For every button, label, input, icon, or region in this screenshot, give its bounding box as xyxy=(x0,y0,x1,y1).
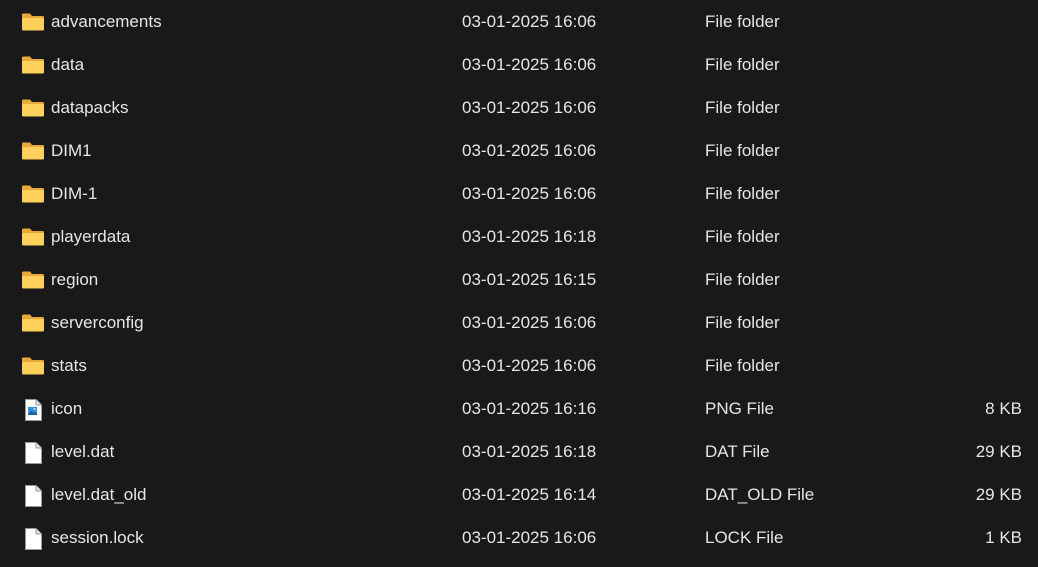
file-type: File folder xyxy=(705,313,780,332)
file-name: data xyxy=(51,55,85,74)
file-row[interactable]: level.dat_old 03-01-2025 16:14 DAT_OLD F… xyxy=(0,474,1038,517)
file-name: serverconfig xyxy=(51,313,144,332)
file-name: DIM-1 xyxy=(51,184,98,203)
file-row[interactable]: datapacks 03-01-2025 16:06 File folder xyxy=(0,87,1038,130)
file-name: datapacks xyxy=(51,98,129,117)
file-type: DAT_OLD File xyxy=(705,485,815,504)
file-modified: 03-01-2025 16:06 xyxy=(462,184,597,203)
file-icon xyxy=(21,528,45,550)
file-modified: 03-01-2025 16:15 xyxy=(462,270,597,289)
folder-icon xyxy=(21,12,45,34)
file-name: stats xyxy=(51,356,87,375)
file-row[interactable]: icon 03-01-2025 16:16 PNG File 8 KB xyxy=(0,388,1038,431)
file-size: 8 KB xyxy=(985,399,1022,418)
folder-icon xyxy=(21,184,45,206)
file-modified: 03-01-2025 16:06 xyxy=(462,313,597,332)
file-type: File folder xyxy=(705,184,780,203)
file-modified: 03-01-2025 16:16 xyxy=(462,399,597,418)
file-modified: 03-01-2025 16:18 xyxy=(462,442,597,461)
file-row[interactable]: DIM1 03-01-2025 16:06 File folder xyxy=(0,130,1038,173)
file-name: playerdata xyxy=(51,227,131,246)
file-name: region xyxy=(51,270,99,289)
file-modified: 03-01-2025 16:06 xyxy=(462,55,597,74)
file-name: session.lock xyxy=(51,528,144,547)
file-name: icon xyxy=(51,399,83,418)
file-name: level.dat_old xyxy=(51,485,147,504)
file-row[interactable]: stats 03-01-2025 16:06 File folder xyxy=(0,345,1038,388)
folder-icon xyxy=(21,227,45,249)
file-row[interactable]: playerdata 03-01-2025 16:18 File folder xyxy=(0,216,1038,259)
file-type: File folder xyxy=(705,55,780,74)
folder-icon xyxy=(21,98,45,120)
file-type: File folder xyxy=(705,270,780,289)
file-size: 29 KB xyxy=(975,485,1022,504)
file-type: DAT File xyxy=(705,442,770,461)
file-type: File folder xyxy=(705,356,780,375)
folder-icon xyxy=(21,313,45,335)
file-name: DIM1 xyxy=(51,141,92,160)
file-modified: 03-01-2025 16:06 xyxy=(462,528,597,547)
folder-icon xyxy=(21,141,45,163)
file-type: File folder xyxy=(705,98,780,117)
file-modified: 03-01-2025 16:18 xyxy=(462,227,597,246)
file-modified: 03-01-2025 16:06 xyxy=(462,98,597,117)
file-type: File folder xyxy=(705,12,780,31)
file-row[interactable]: region 03-01-2025 16:15 File folder xyxy=(0,259,1038,302)
folder-icon xyxy=(21,270,45,292)
file-row[interactable]: DIM-1 03-01-2025 16:06 File folder xyxy=(0,173,1038,216)
file-modified: 03-01-2025 16:06 xyxy=(462,356,597,375)
file-row[interactable]: data 03-01-2025 16:06 File folder xyxy=(0,44,1038,87)
file-modified: 03-01-2025 16:06 xyxy=(462,141,597,160)
file-row[interactable]: session.lock 03-01-2025 16:06 LOCK File … xyxy=(0,517,1038,560)
file-type: PNG File xyxy=(705,399,774,418)
file-type: LOCK File xyxy=(705,528,784,547)
file-name: advancements xyxy=(51,12,162,31)
image-file-icon xyxy=(21,399,45,421)
file-icon xyxy=(21,485,45,507)
file-size: 1 KB xyxy=(985,528,1022,547)
folder-icon xyxy=(21,356,45,378)
file-size: 29 KB xyxy=(975,442,1022,461)
file-list: advancements 03-01-2025 16:06 File folde… xyxy=(0,0,1038,567)
file-type: File folder xyxy=(705,141,780,160)
file-row[interactable]: serverconfig 03-01-2025 16:06 File folde… xyxy=(0,302,1038,345)
file-row[interactable]: advancements 03-01-2025 16:06 File folde… xyxy=(0,1,1038,44)
file-modified: 03-01-2025 16:06 xyxy=(462,12,597,31)
folder-icon xyxy=(21,55,45,77)
file-name: level.dat xyxy=(51,442,115,461)
file-type: File folder xyxy=(705,227,780,246)
file-modified: 03-01-2025 16:14 xyxy=(462,485,597,504)
file-row[interactable]: level.dat 03-01-2025 16:18 DAT File 29 K… xyxy=(0,431,1038,474)
file-icon xyxy=(21,442,45,464)
